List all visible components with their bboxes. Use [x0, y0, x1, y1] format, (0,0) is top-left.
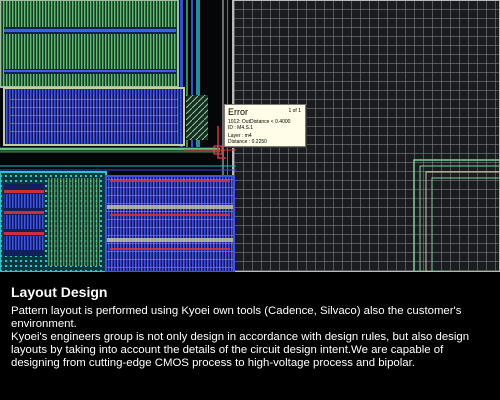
error-distance-text: Distance : 0.2250	[228, 139, 267, 145]
caption-paragraph: Pattern layout is performed using Kyoei …	[11, 305, 462, 330]
error-counter: 1 of 1	[288, 108, 301, 114]
error-id-text: ID : M4.S.1	[228, 125, 254, 131]
caption-paragraph: Kyoei's engineers group is not only desi…	[11, 331, 470, 369]
caption-title: Layout Design	[11, 284, 108, 300]
error-tooltip[interactable]: Error 1 of 1 1012: OutDistance < 0.4000 …	[224, 104, 306, 147]
layout-viewer[interactable]: Error 1 of 1 1012: OutDistance < 0.4000 …	[0, 0, 500, 272]
error-title: Error	[228, 107, 248, 117]
caption-panel: Layout Design Pattern layout is performe…	[0, 272, 500, 400]
